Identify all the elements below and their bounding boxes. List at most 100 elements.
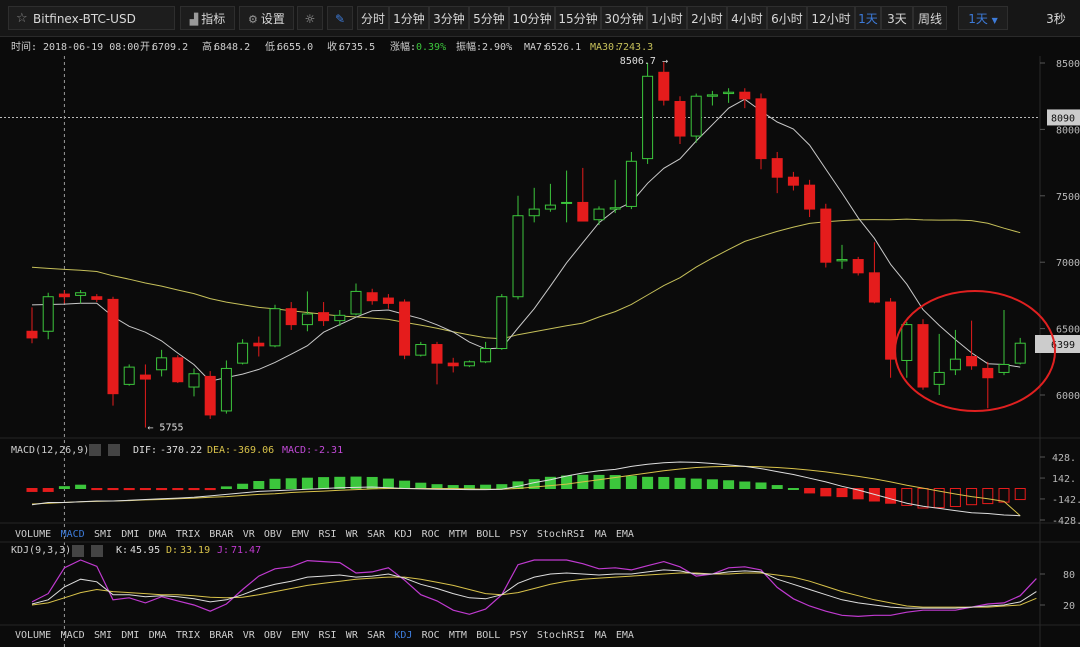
- indicator-tab-a-mtm[interactable]: MTM: [449, 529, 467, 540]
- candle-body-16: [285, 308, 297, 326]
- macd-bar-16: [285, 478, 297, 489]
- candle-body-60: [998, 363, 1010, 373]
- indicator-tab-b-emv[interactable]: EMV: [291, 630, 309, 641]
- timeframe-4[interactable]: 10分钟: [509, 6, 555, 30]
- info-close: 6735.5: [339, 42, 375, 53]
- indicator-tab-a-roc[interactable]: ROC: [422, 529, 440, 540]
- candle-body-34: [577, 201, 589, 222]
- indicator-tab-b-dmi[interactable]: DMI: [121, 630, 139, 641]
- candle-body-30: [512, 215, 524, 298]
- indicator-tab-b-volume[interactable]: VOLUME: [15, 630, 51, 641]
- candle-body-4: [91, 296, 103, 300]
- high-annotation: 8506.7 →: [620, 56, 668, 67]
- timeframe-14[interactable]: 周线: [913, 6, 947, 30]
- indicator-tab-b-mtm[interactable]: MTM: [449, 630, 467, 641]
- macd-bar-48: [804, 488, 816, 494]
- indicator-tab-a-volume[interactable]: VOLUME: [15, 529, 51, 540]
- timeframe-10[interactable]: 6小时: [767, 6, 807, 30]
- draw-tool-button[interactable]: ✎: [327, 6, 353, 30]
- indicator-tab-b-vr[interactable]: VR: [243, 630, 256, 641]
- indicators-button[interactable]: ▟ 指标: [180, 6, 235, 30]
- indicator-tab-a-dma[interactable]: DMA: [149, 529, 167, 540]
- indicator-tab-a-emv[interactable]: EMV: [291, 529, 309, 540]
- indicator-tab-b-ema[interactable]: EMA: [616, 630, 634, 641]
- indicator-tab-b-macd[interactable]: MACD: [61, 630, 85, 641]
- indicator-tab-a-ema[interactable]: EMA: [616, 529, 634, 540]
- indicator-tab-b-stochrsi[interactable]: StochRSI: [537, 630, 585, 641]
- info-amp: 2.90%: [482, 42, 512, 53]
- macd-tick-label-0: 428.: [1052, 453, 1076, 464]
- indicator-tab-a-sar[interactable]: SAR: [367, 529, 386, 540]
- candle-body-7: [139, 374, 151, 380]
- candle-body-37: [625, 160, 637, 207]
- symbol-selector[interactable]: ☆ Bitfinex-BTC-USD: [8, 6, 175, 30]
- timeframe-7[interactable]: 1小时: [647, 6, 687, 30]
- indicator-tab-a-trix[interactable]: TRIX: [176, 529, 200, 540]
- timeframe-12[interactable]: 1天: [855, 6, 881, 30]
- indicator-tab-a-rsi[interactable]: RSI: [319, 529, 337, 540]
- indicator-tab-a-kdj[interactable]: KDJ: [394, 529, 412, 540]
- indicator-tab-b-ma[interactable]: MA: [595, 630, 607, 641]
- timeframe-dropdown[interactable]: 1天 ▼: [958, 6, 1008, 30]
- settings-button[interactable]: ⚙ 设置: [239, 6, 294, 30]
- timeframe-1[interactable]: 1分钟: [389, 6, 429, 30]
- macd-dif-label: DIF:: [133, 445, 157, 456]
- indicator-tab-b-kdj[interactable]: KDJ: [394, 630, 412, 641]
- symbol-label: Bitfinex-BTC-USD: [33, 12, 136, 26]
- info-low: 6655.0: [277, 42, 313, 53]
- indicator-tab-a-dmi[interactable]: DMI: [121, 529, 139, 540]
- candle-body-11: [204, 375, 216, 416]
- macd-bar-47: [787, 488, 799, 490]
- indicator-tab-a-psy[interactable]: PSY: [510, 529, 528, 540]
- macd-bar-42: [706, 479, 718, 490]
- indicator-tab-a-smi[interactable]: SMI: [94, 529, 112, 540]
- macd-bar-4: [91, 488, 103, 491]
- hline-price-text: 8090: [1051, 113, 1075, 124]
- timeframe-9[interactable]: 4小时: [727, 6, 767, 30]
- timeframe-13[interactable]: 3天: [881, 6, 913, 30]
- candle-body-13: [237, 342, 249, 364]
- info-ma30-label: MA30:: [590, 42, 620, 53]
- candle-body-23: [399, 301, 411, 356]
- macd-bar-35: [593, 474, 605, 490]
- indicator-tab-a-vr[interactable]: VR: [243, 529, 256, 540]
- macd-bar-61: [1014, 488, 1026, 501]
- indicator-tab-b-boll[interactable]: BOLL: [476, 630, 500, 641]
- indicator-tab-a-brar[interactable]: BRAR: [209, 529, 234, 540]
- macd-bar-39: [658, 476, 670, 489]
- macd-bar-25: [431, 484, 443, 489]
- indicator-tab-a-wr[interactable]: WR: [346, 529, 359, 540]
- candle-body-59: [982, 367, 994, 379]
- timeframe-8[interactable]: 2小时: [687, 6, 727, 30]
- kdj-settings-icon: [72, 545, 84, 557]
- indicator-tab-a-ma[interactable]: MA: [595, 529, 607, 540]
- indicator-tab-b-rsi[interactable]: RSI: [319, 630, 337, 641]
- refresh-interval[interactable]: 3秒: [1036, 6, 1076, 30]
- indicator-tab-b-dma[interactable]: DMA: [149, 630, 167, 641]
- timeframe-0[interactable]: 分时: [357, 6, 389, 30]
- theme-toggle-button[interactable]: ☼: [297, 6, 323, 30]
- candle-body-18: [318, 312, 330, 322]
- indicator-tab-b-trix[interactable]: TRIX: [176, 630, 200, 641]
- info-time-label: 时间:: [11, 40, 37, 53]
- indicator-tab-a-stochrsi[interactable]: StochRSI: [537, 529, 585, 540]
- indicator-tab-b-brar[interactable]: BRAR: [209, 630, 234, 641]
- indicator-tab-b-smi[interactable]: SMI: [94, 630, 112, 641]
- timeframe-11[interactable]: 12小时: [807, 6, 855, 30]
- candle-body-5: [107, 298, 119, 395]
- timeframe-2[interactable]: 3分钟: [429, 6, 469, 30]
- indicator-tab-b-roc[interactable]: ROC: [422, 630, 440, 641]
- indicator-tab-b-wr[interactable]: WR: [346, 630, 359, 641]
- timeframe-6[interactable]: 30分钟: [601, 6, 647, 30]
- favorite-star-icon[interactable]: ☆: [16, 7, 28, 31]
- macd-bar-17: [301, 477, 313, 489]
- indicator-tab-b-sar[interactable]: SAR: [367, 630, 386, 641]
- indicator-tab-a-macd[interactable]: MACD: [61, 529, 85, 540]
- timeframe-5[interactable]: 15分钟: [555, 6, 601, 30]
- timeframe-3[interactable]: 5分钟: [469, 6, 509, 30]
- indicator-tab-a-boll[interactable]: BOLL: [476, 529, 500, 540]
- indicator-tab-b-psy[interactable]: PSY: [510, 630, 528, 641]
- indicator-tab-a-obv[interactable]: OBV: [264, 529, 282, 540]
- indicator-tab-b-obv[interactable]: OBV: [264, 630, 282, 641]
- candle-body-58: [966, 355, 978, 367]
